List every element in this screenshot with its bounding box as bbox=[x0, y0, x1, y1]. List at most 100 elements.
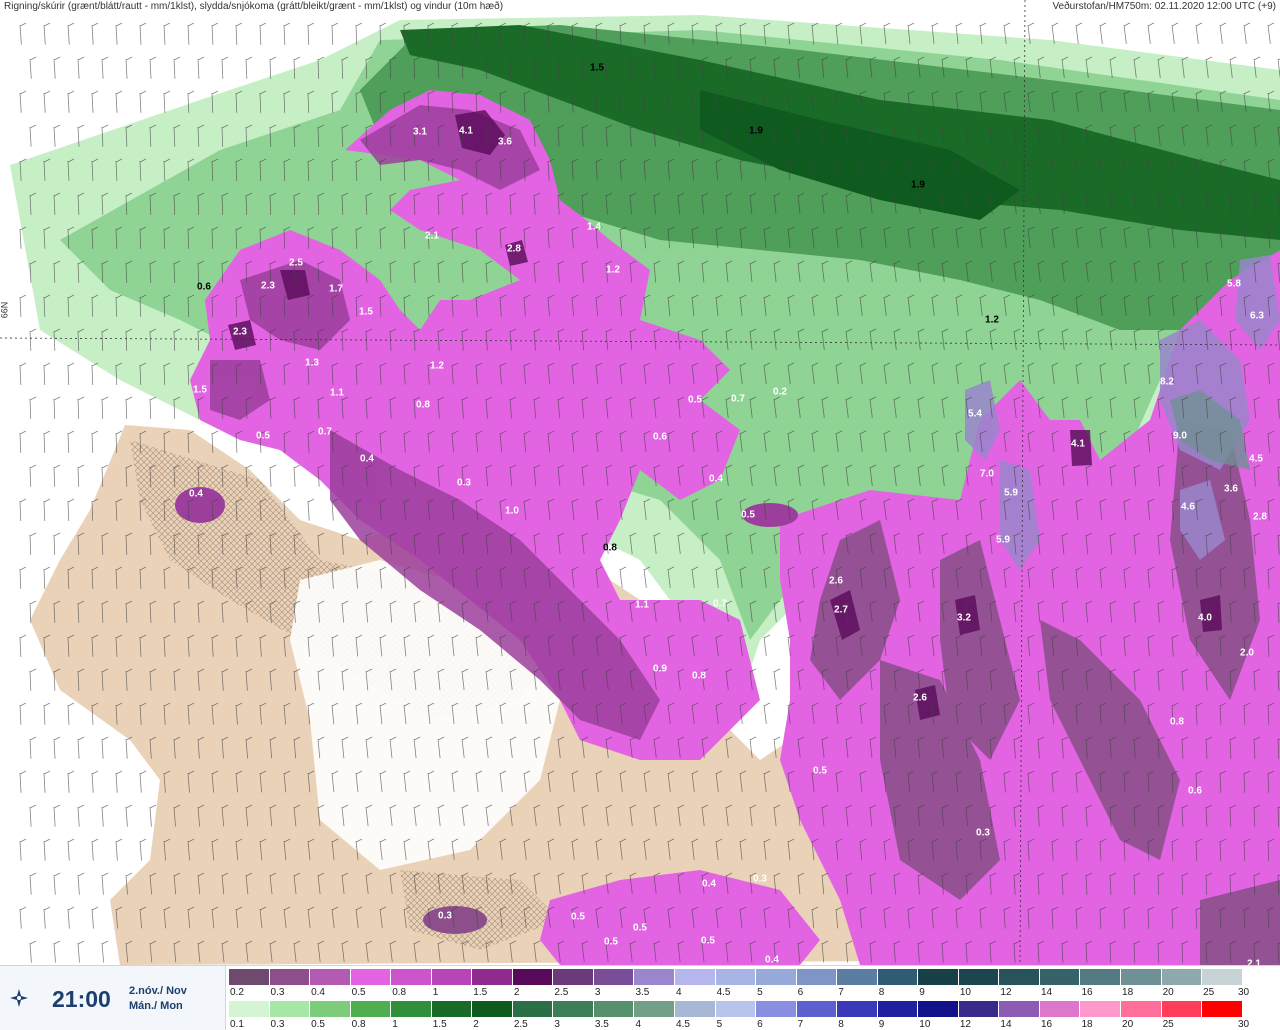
wind-barb bbox=[1195, 22, 1203, 44]
legend-label: 0.3 bbox=[270, 987, 285, 998]
precip-value-label: 8.2 bbox=[1160, 376, 1174, 388]
wind-barb bbox=[53, 464, 61, 487]
legend-label: 5 bbox=[716, 1019, 723, 1030]
legend-swatch: 5 bbox=[715, 1001, 757, 1030]
precip-value-label: 7.0 bbox=[980, 468, 994, 480]
precip-value-label: 0.2 bbox=[773, 386, 787, 398]
wind-barb bbox=[43, 430, 51, 453]
wind-barb bbox=[43, 702, 51, 725]
footer-bar: 21:00 2.nóv./ Nov Mán./ Mon 0.2 0.3 0.4 0.5… bbox=[0, 965, 1280, 1030]
wind-barb bbox=[29, 56, 37, 79]
legend-label: 2.5 bbox=[513, 1019, 528, 1030]
wind-barb bbox=[1099, 22, 1107, 44]
precip-value-label: 0.4 bbox=[702, 878, 716, 890]
precip-value-label: 0.5 bbox=[701, 935, 715, 947]
precipitation-map[interactable]: Rigning/skúrir (grænt/blátt/rautt - mm/1… bbox=[0, 0, 1280, 965]
wind-barb bbox=[77, 464, 85, 487]
precip-value-label: 1.4 bbox=[587, 221, 601, 233]
wind-barb bbox=[67, 702, 75, 725]
legend-label: 1.5 bbox=[473, 987, 488, 998]
legend-swatch: 1 bbox=[391, 1001, 432, 1030]
wind-barb bbox=[29, 668, 37, 691]
precip-value-label: 0.4 bbox=[360, 453, 374, 465]
precip-value-label: 4.1 bbox=[459, 125, 473, 137]
time-panel[interactable]: 21:00 2.nóv./ Nov Mán./ Mon bbox=[0, 966, 226, 1030]
wind-barb bbox=[53, 124, 61, 147]
wind-barb bbox=[19, 906, 27, 929]
wind-barb bbox=[125, 396, 133, 419]
wind-barb bbox=[115, 90, 123, 113]
legend-swatch: 3 bbox=[553, 1001, 594, 1030]
precip-value-label: 0.6 bbox=[1188, 785, 1202, 797]
wind-barb bbox=[67, 838, 75, 861]
latitude-label: 66N bbox=[0, 301, 10, 319]
precip-value-label: 0.8 bbox=[416, 399, 430, 411]
wind-barb bbox=[293, 464, 301, 487]
wind-barb bbox=[77, 940, 85, 963]
legend-swatch: 14 bbox=[999, 1001, 1040, 1030]
wind-barb bbox=[163, 90, 171, 113]
wind-barb bbox=[1171, 22, 1179, 44]
wind-barb bbox=[77, 396, 85, 419]
wind-barb bbox=[43, 90, 51, 113]
legend-label: 14 bbox=[1000, 1019, 1012, 1030]
wind-barb bbox=[43, 838, 51, 861]
wind-barb bbox=[101, 56, 109, 79]
precip-value-label: 1.5 bbox=[590, 62, 604, 74]
legend-label: 0.4 bbox=[311, 987, 325, 998]
forecast-weekday: Mán./ Mon bbox=[129, 1000, 183, 1012]
wind-barb bbox=[19, 362, 27, 385]
legend-swatch: 6 bbox=[796, 969, 838, 998]
legend-swatch: 3.5 bbox=[634, 969, 676, 998]
legend-swatch: 1.5 bbox=[472, 969, 513, 998]
precip-value-label: 6.3 bbox=[1250, 310, 1264, 322]
legend-swatch: 18 bbox=[1121, 969, 1162, 998]
legend-label: 3.5 bbox=[635, 987, 650, 998]
wind-barb bbox=[53, 56, 61, 79]
wind-barb bbox=[163, 22, 171, 45]
precip-value-label: 0.6 bbox=[197, 281, 211, 293]
wind-barb bbox=[53, 872, 61, 895]
legend-label: 20 bbox=[1122, 1019, 1134, 1030]
precip-value-label: 4.0 bbox=[1198, 612, 1212, 624]
legend-label: 20 bbox=[1162, 987, 1174, 998]
precip-value-label: 2.1 bbox=[425, 230, 439, 242]
precip-value-label: 3.1 bbox=[413, 126, 427, 138]
wind-barb bbox=[77, 872, 85, 895]
wind-barb bbox=[29, 872, 37, 895]
wind-barb bbox=[19, 22, 27, 45]
legend-swatch: 10 bbox=[958, 969, 1000, 998]
legend-swatch: 1.5 bbox=[431, 1001, 473, 1030]
legend-swatch: 4 bbox=[634, 1001, 676, 1030]
compass-icon[interactable] bbox=[8, 987, 30, 1009]
wind-barb bbox=[53, 396, 61, 419]
legend-label: 4.5 bbox=[716, 987, 731, 998]
legend-swatch: 20 bbox=[1121, 1001, 1162, 1030]
wind-barb bbox=[43, 22, 51, 45]
legend-swatch: 25 bbox=[1202, 969, 1243, 998]
precip-value-label: 0.4 bbox=[709, 473, 723, 485]
legend-label: 9 bbox=[878, 1019, 885, 1030]
legend-swatch: 12 bbox=[999, 969, 1040, 998]
wind-barb bbox=[1243, 22, 1251, 44]
wind-barb bbox=[101, 736, 109, 759]
legend-swatch: 16 bbox=[1080, 969, 1122, 998]
precip-value-label: 2.7 bbox=[834, 604, 848, 616]
legend-swatch: 0.5 bbox=[350, 969, 392, 998]
legend-label: 4 bbox=[635, 1019, 642, 1030]
wind-barb bbox=[29, 532, 37, 555]
precip-value-label: 0.7 bbox=[731, 393, 745, 405]
precip-value-label: 2.3 bbox=[261, 280, 275, 292]
wind-barb bbox=[29, 940, 37, 963]
legend-label: 25 bbox=[1162, 1019, 1174, 1030]
wind-barb bbox=[1267, 22, 1275, 44]
precip-value-label: 5.9 bbox=[996, 534, 1010, 546]
wind-barb bbox=[101, 872, 109, 895]
wind-barb bbox=[115, 22, 123, 45]
legend-label: 0.5 bbox=[311, 1019, 325, 1030]
precip-value-label: 0.3 bbox=[976, 827, 990, 839]
precip-value-label: 2.3 bbox=[233, 326, 247, 338]
wind-barb bbox=[187, 22, 195, 45]
wind-barb bbox=[67, 362, 75, 385]
legend-label: 0.8 bbox=[392, 987, 407, 998]
